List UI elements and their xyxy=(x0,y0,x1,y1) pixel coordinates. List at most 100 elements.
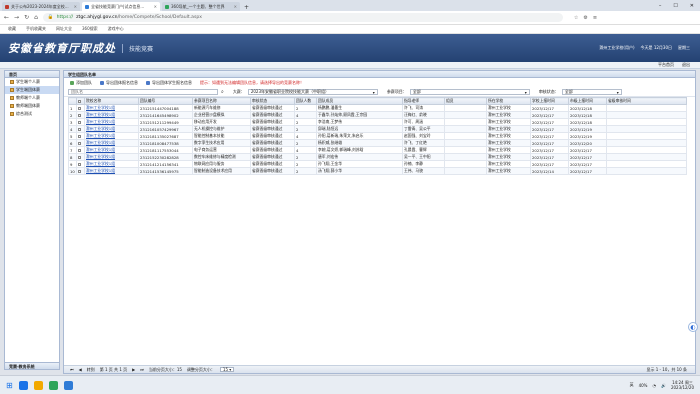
maximize-button[interactable]: ☐ xyxy=(673,3,677,9)
clock[interactable]: 14:24 周三 2023/12/20 xyxy=(671,380,694,390)
close-window-button[interactable]: ✕ xyxy=(690,3,694,9)
select-all-checkbox[interactable] xyxy=(76,97,85,105)
team-name-link[interactable]: 滁州工业学校1组 xyxy=(84,104,139,112)
sidebar-item-teacher-team[interactable]: 教师端团体赛 xyxy=(5,102,59,110)
prev-page-icon[interactable]: ◀ xyxy=(79,367,82,372)
team-name-link[interactable]: 滁州工业学校1组 xyxy=(84,118,139,126)
bookmark-item[interactable]: 360搜索 xyxy=(82,26,98,32)
browser-tab-2[interactable]: 全省技能竞赛门户|试点信息... ✕ xyxy=(82,2,160,11)
browser-tab-3[interactable]: 360导航_一个主题、整个世界 ✕ xyxy=(162,2,240,11)
row-checkbox[interactable] xyxy=(76,153,85,161)
team-name-link[interactable]: 滁州工业学校1组 xyxy=(84,139,139,147)
tab-close-icon[interactable]: ✕ xyxy=(74,4,77,9)
column-header[interactable]: 团队成员 xyxy=(316,97,403,105)
platform-home-link[interactable]: 平台首页 xyxy=(658,62,674,68)
category-select[interactable]: 全部 ▾ xyxy=(409,89,530,95)
menu-icon[interactable]: ≡ xyxy=(593,15,597,21)
volume-icon[interactable]: 🔊 xyxy=(661,383,666,388)
taskbar-app-icon[interactable] xyxy=(18,380,28,390)
table-row[interactable]: 9 滁州工业学校1组 2312141214156341 物联网应用与服务 省赛晋级审核通… xyxy=(68,160,687,168)
table-row[interactable]: 2 滁州工业学校1组 2312141645498902 企业经营沙盘模拟 省赛晋级审核通… xyxy=(68,111,687,119)
extensions-icon[interactable]: ⚙ xyxy=(583,15,587,21)
browser-tab-1[interactable]: 关于公布2023-2024年度全校... ✕ xyxy=(2,2,80,11)
team-search-input[interactable]: 团队名 xyxy=(68,89,218,95)
logout-link[interactable]: 退出 xyxy=(682,62,690,68)
table-row[interactable]: 8 滁州工业学校1组 2312152230282828 数控车床维修与精度检测 省赛晋级… xyxy=(68,153,687,161)
first-page-icon[interactable]: ⏮ xyxy=(70,367,74,372)
bookmark-item[interactable]: 网址大全 xyxy=(56,26,72,32)
review-status: 省赛晋级审核通过 xyxy=(250,167,295,175)
column-header[interactable]: 指导老师 xyxy=(402,97,445,105)
column-header[interactable]: 组员 xyxy=(444,97,487,105)
table-row[interactable]: 1 滁州工业学校1组 2312151447004188 新能源汽车维修 省赛晋级审核通过… xyxy=(68,104,687,112)
province-review-time xyxy=(606,118,687,126)
column-header[interactable]: 参赛项目名称 xyxy=(192,97,251,105)
star-icon[interactable]: ☆ xyxy=(574,15,578,21)
column-header[interactable]: 所在学校 xyxy=(486,97,531,105)
home-icon[interactable]: ⌂ xyxy=(34,14,38,21)
table-row[interactable]: 6 滁州工业学校1组 2312181008477538 数字孪生技术应用 省赛晋级审核通… xyxy=(68,139,687,147)
team-name-link[interactable]: 滁州工业学校1组 xyxy=(84,146,139,154)
table-row[interactable]: 5 滁州工业学校1组 2312181135027687 智能控制基本技能 省赛晋级审核通… xyxy=(68,132,687,140)
row-checkbox[interactable] xyxy=(76,160,85,168)
column-header[interactable]: 团队编号 xyxy=(138,97,193,105)
row-checkbox[interactable] xyxy=(76,125,85,133)
row-checkbox[interactable] xyxy=(76,132,85,140)
column-header[interactable]: 市级上报时间 xyxy=(568,97,607,105)
export-student-button[interactable]: 导出团体学生报名信息 xyxy=(146,80,192,86)
table-row[interactable]: 10 滁州工业学校1组 2312141536145975 智能制造设备技术应用 省赛晋级… xyxy=(68,167,687,175)
tab-close-icon[interactable]: ✕ xyxy=(234,4,237,9)
row-checkbox[interactable] xyxy=(76,111,85,119)
page-size-select[interactable]: 15 ▾ xyxy=(219,367,235,372)
column-header[interactable]: 团队人数 xyxy=(294,97,317,105)
url-field[interactable]: 🔒 https://ztgc.ahjygl.gov.cn/home/Compet… xyxy=(42,13,563,22)
column-header[interactable]: 审核状态 xyxy=(250,97,295,105)
last-page-icon[interactable]: ⏭ xyxy=(140,367,144,372)
taskbar-app-icon[interactable] xyxy=(63,380,73,390)
taskbar-app-icon[interactable] xyxy=(33,380,43,390)
export-team-button[interactable]: 导出团体报名信息 xyxy=(100,80,138,86)
forward-icon[interactable]: → xyxy=(14,14,19,21)
row-checkbox[interactable] xyxy=(76,104,85,112)
sidebar-item-comprehensive[interactable]: 综合测试 xyxy=(5,110,59,118)
assistant-icon[interactable]: ◐ xyxy=(688,322,698,332)
add-team-button[interactable]: 添加团队 xyxy=(70,80,92,86)
column-header[interactable]: 学校上报时间 xyxy=(530,97,569,105)
table-row[interactable]: 3 滁州工业学校1组 2312151211299449 移动应用开发 省赛晋级审核通过 2… xyxy=(68,118,687,126)
team-name-link[interactable]: 滁州工业学校1组 xyxy=(84,153,139,161)
bookmark-item[interactable]: 收藏 xyxy=(8,26,16,32)
folder-icon xyxy=(10,96,14,100)
sidebar-item-student-team[interactable]: 学生端团体赛 xyxy=(5,86,59,94)
bookmark-item[interactable]: 手机收藏夹 xyxy=(26,26,46,32)
table-row[interactable]: 4 滁州工业学校1组 2312161057429967 无人机操控与维护 省赛晋级审核通… xyxy=(68,125,687,133)
new-tab-button[interactable]: + xyxy=(244,4,249,11)
column-header[interactable]: 院校名称 xyxy=(84,97,139,105)
team-name-link[interactable]: 滁州工业学校1组 xyxy=(84,111,139,119)
row-checkbox[interactable] xyxy=(76,118,85,126)
windows-start-icon[interactable]: ⊞ xyxy=(6,381,13,390)
bookmark-item[interactable]: 游戏中心 xyxy=(108,26,124,32)
tab-close-icon[interactable]: ✕ xyxy=(154,4,157,9)
event-select[interactable]: 2023年安徽省职业院校技能大赛（中职组） ▾ xyxy=(247,89,378,95)
row-checkbox[interactable] xyxy=(76,146,85,154)
battery-level[interactable]: 40% xyxy=(639,383,648,388)
wifi-icon[interactable]: ◔ xyxy=(652,383,656,388)
sidebar-item-student-individual[interactable]: 学生端个人赛 xyxy=(5,78,59,86)
minimize-button[interactable]: – xyxy=(659,3,662,9)
team-name-link[interactable]: 滁州工业学校1组 xyxy=(84,160,139,168)
next-page-icon[interactable]: ▶ xyxy=(132,367,135,372)
team-name-link[interactable]: 滁州工业学校1组 xyxy=(84,132,139,140)
input-method[interactable]: 英 xyxy=(630,382,634,388)
row-checkbox[interactable] xyxy=(76,139,85,147)
search-icon[interactable]: ⌕ xyxy=(221,89,224,95)
back-icon[interactable]: ← xyxy=(4,14,9,21)
table-row[interactable]: 7 滁州工业学校1组 2312181117553044 电子商务运营 省赛晋级审核通过 4… xyxy=(68,146,687,154)
taskbar-app-icon[interactable] xyxy=(48,380,58,390)
team-name-link[interactable]: 滁州工业学校1组 xyxy=(84,125,139,133)
sidebar-item-teacher-individual[interactable]: 教师端个人赛 xyxy=(5,94,59,102)
status-select[interactable]: 全部 ▾ xyxy=(561,89,622,95)
reload-icon[interactable]: ↻ xyxy=(24,14,29,21)
column-header[interactable]: 省级审核时间 xyxy=(606,97,687,105)
team-name-link[interactable]: 滁州工业学校1组 xyxy=(84,167,139,175)
row-checkbox[interactable] xyxy=(76,167,85,175)
